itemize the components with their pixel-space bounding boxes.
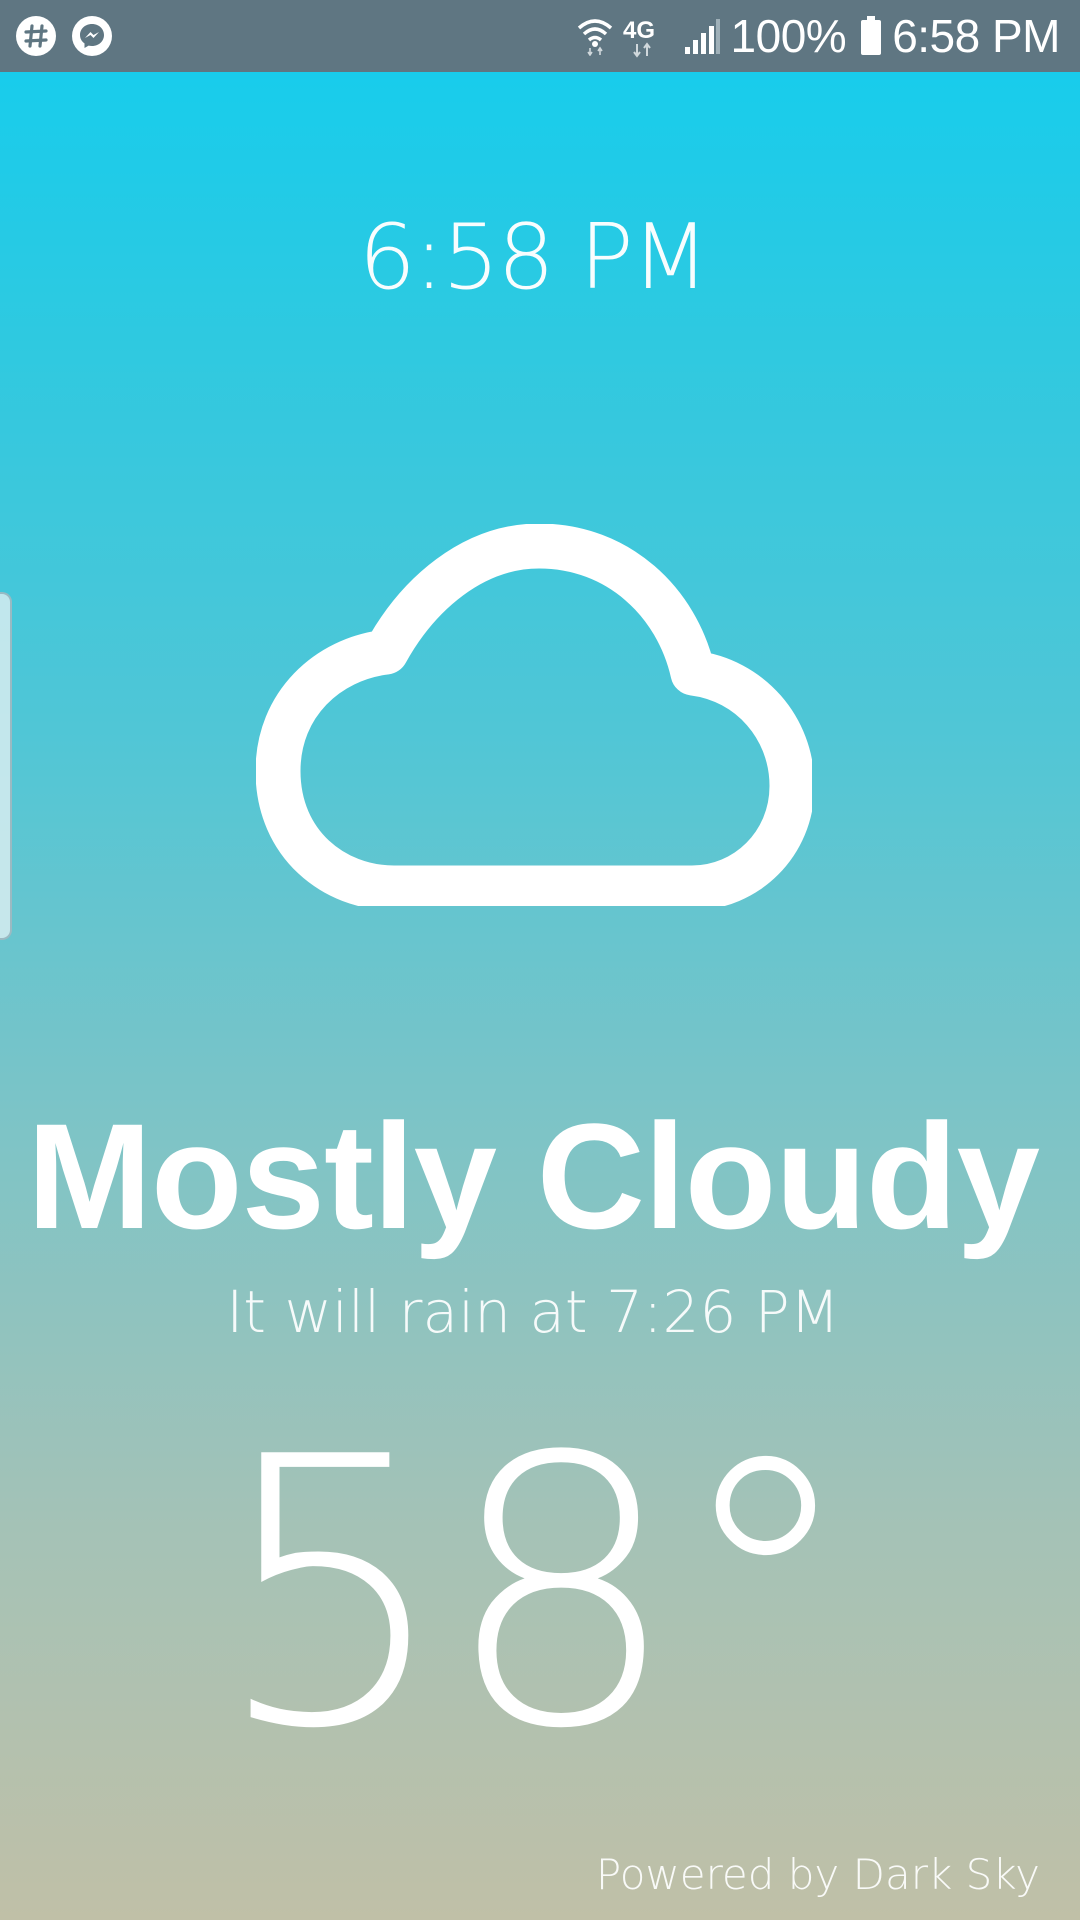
attribution-link[interactable]: Powered by Dark Sky — [596, 1850, 1040, 1899]
system-status: 4G 100% 6:58 PM — [577, 9, 1060, 63]
messenger-icon — [72, 16, 112, 56]
notification-icons — [16, 16, 112, 56]
network-label: 4G — [623, 17, 655, 44]
network-4g-icon: 4G — [623, 14, 673, 58]
status-bar: 4G 100% 6:58 PM — [0, 0, 1080, 72]
battery-icon — [860, 16, 882, 56]
temperature-value: 58° — [214, 1380, 858, 1810]
weather-summary: It will rain at 7:26 PM — [226, 1278, 840, 1346]
status-time: 6:58 PM — [892, 10, 1060, 62]
cloud-icon — [256, 524, 812, 906]
edge-panel-handle[interactable] — [0, 592, 12, 940]
weather-condition: Mostly Cloudy — [26, 1092, 1040, 1260]
slack-icon — [16, 16, 56, 56]
wifi-icon — [577, 16, 613, 56]
current-time: 6:58 PM — [358, 205, 710, 310]
battery-percent: 100% — [730, 10, 847, 62]
signal-strength-icon — [683, 17, 721, 55]
